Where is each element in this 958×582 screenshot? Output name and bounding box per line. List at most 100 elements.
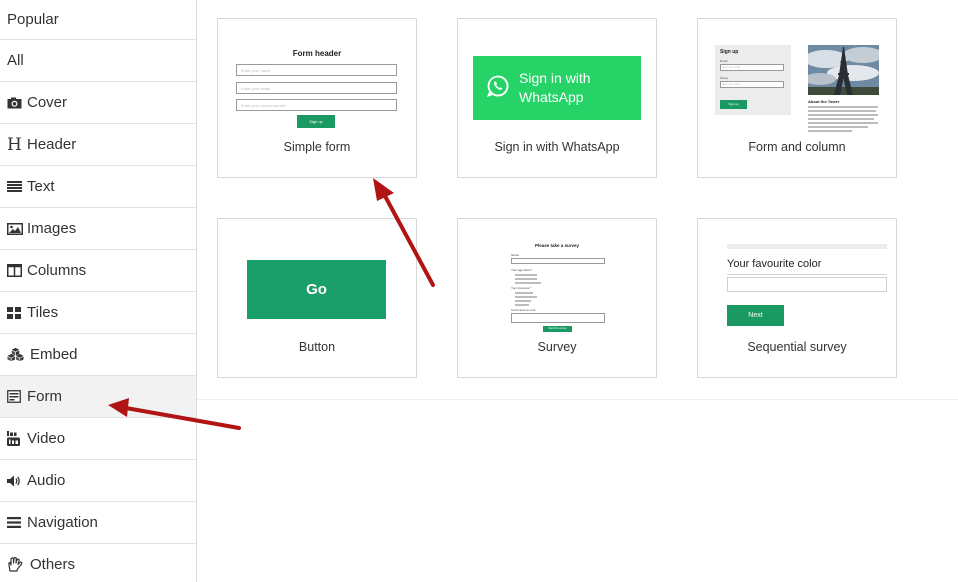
template-thumbnail: Please take a survey Name Your age band …	[458, 219, 656, 337]
thumb-form-header: Form header	[292, 49, 342, 58]
template-caption: Button	[298, 340, 336, 354]
thumb-comments-label: Comments to note	[511, 308, 536, 312]
thumb-text-line	[808, 114, 878, 116]
thumb-go-button: Go	[247, 260, 386, 319]
template-thumbnail: Your favourite color Next	[698, 219, 896, 337]
sidebar-item-label: Tiles	[27, 304, 59, 321]
sidebar-item-columns[interactable]: Columns	[0, 250, 196, 292]
sidebar-item-video[interactable]: Video	[0, 418, 196, 460]
sidebar-item-label: Columns	[27, 262, 87, 279]
thumb-text-line	[808, 106, 878, 108]
thumb-email-field: Enter your email	[720, 64, 784, 71]
thumb-answer-field	[727, 277, 887, 292]
thumb-name-field: Enter your name	[720, 81, 784, 88]
thumb-option	[515, 304, 529, 306]
thumb-option	[515, 278, 537, 280]
sidebar-item-label: Embed	[30, 346, 78, 363]
sidebar-item-all[interactable]: All	[0, 40, 196, 82]
youtube-icon	[7, 431, 24, 446]
sidebar-item-header[interactable]: H Header	[0, 124, 196, 166]
sidebar-item-others[interactable]: Others	[0, 544, 196, 582]
thumb-whatsapp-text: Sign in with WhatsApp	[519, 69, 591, 107]
thumb-comments-area	[511, 313, 605, 323]
thumb-survey-title: Please take a survey	[534, 243, 580, 248]
sidebar-item-label: Text	[27, 178, 55, 195]
template-thumbnail: Form header Enter your name Enter your e…	[218, 19, 416, 137]
camera-icon	[7, 97, 24, 109]
sidebar-item-tiles[interactable]: Tiles	[0, 292, 196, 334]
thumb-name-label: Name	[511, 253, 520, 257]
sidebar-item-images[interactable]: Images	[0, 208, 196, 250]
template-card-whatsapp[interactable]: Sign in with WhatsApp Sign in with Whats…	[457, 18, 657, 178]
template-caption: Simple form	[283, 140, 351, 154]
template-card-simple-form[interactable]: Form header Enter your name Enter your e…	[217, 18, 417, 178]
sidebar-item-label: Video	[27, 430, 66, 447]
sidebar-item-label: Cover	[27, 94, 68, 111]
sidebar-item-label: Audio	[27, 472, 66, 489]
thumb-q2-label: Your interests *	[511, 286, 532, 290]
thumb-name-field: Enter your name	[236, 64, 397, 76]
columns-icon	[7, 264, 24, 277]
sidebar-item-label: Header	[27, 136, 77, 153]
thumb-eiffel-photo	[808, 45, 879, 95]
template-caption: Sign in with WhatsApp	[494, 140, 620, 154]
sidebar-item-popular[interactable]: Popular	[0, 0, 196, 40]
sidebar-item-text[interactable]: Text	[0, 166, 196, 208]
thumb-signup-title: Sign up	[720, 49, 739, 55]
header-icon: H	[7, 134, 22, 155]
tiles-icon	[7, 306, 24, 319]
hand-icon	[7, 557, 24, 572]
template-caption: Form and column	[748, 140, 846, 154]
template-caption: Survey	[537, 340, 577, 354]
thumb-send-button: Send the survey	[543, 326, 572, 332]
sidebar-item-cover[interactable]: Cover	[0, 82, 196, 124]
thumb-text-line	[808, 126, 868, 128]
thumb-signup-form: Sign up Email Enter your email Name Ente…	[715, 45, 791, 115]
sidebar-item-label: Navigation	[27, 514, 98, 531]
thumb-question: Your favourite color	[727, 258, 822, 270]
thumb-email-label: Email	[720, 59, 728, 63]
thumb-text-line	[808, 130, 852, 132]
sidebar-item-label: Form	[27, 388, 62, 405]
template-thumbnail: Go	[218, 219, 416, 337]
sidebar-item-label: All	[7, 52, 24, 69]
sidebar-item-navigation[interactable]: Navigation	[0, 502, 196, 544]
sidebar-item-embed[interactable]: Embed	[0, 334, 196, 376]
thumb-q1-label: Your age band *	[511, 268, 533, 272]
thumb-text-line	[808, 110, 876, 112]
speaker-icon	[7, 475, 24, 487]
thumb-option	[515, 282, 541, 284]
thumb-phone-field: Enter your phone number	[236, 99, 397, 111]
sidebar: Popular All Cover H Header Text Images C…	[0, 0, 197, 582]
template-card-form-and-column[interactable]: Sign up Email Enter your email Name Ente…	[697, 18, 897, 178]
template-card-sequential-survey[interactable]: Your favourite color Next Sequential sur…	[697, 218, 897, 378]
thumb-email-field: Enter your email	[236, 82, 397, 94]
template-card-survey[interactable]: Please take a survey Name Your age band …	[457, 218, 657, 378]
thumb-text-line	[808, 122, 878, 124]
thumb-whatsapp-button: Sign in with WhatsApp	[473, 56, 641, 120]
thumb-signup-button: Sign up	[720, 100, 747, 109]
template-card-button[interactable]: Go Button	[217, 218, 417, 378]
text-lines-icon	[7, 181, 24, 192]
sidebar-item-label: Images	[27, 220, 77, 237]
hamburger-icon	[7, 517, 24, 528]
sidebar-item-audio[interactable]: Audio	[0, 460, 196, 502]
thumb-whatsapp-line2: WhatsApp	[519, 89, 584, 105]
thumb-signup-button: Sign up	[297, 115, 335, 128]
thumb-name-field	[511, 258, 605, 264]
thumb-text-line	[808, 118, 874, 120]
cubes-icon	[7, 347, 24, 362]
thumb-whatsapp-line1: Sign in with	[519, 70, 591, 86]
thumb-option	[515, 274, 537, 276]
thumb-divider	[727, 274, 887, 275]
form-icon	[7, 390, 24, 403]
template-thumbnail: Sign in with WhatsApp	[458, 19, 656, 137]
thumb-name-label: Name	[720, 76, 729, 80]
image-icon	[7, 222, 24, 235]
sidebar-item-form[interactable]: Form	[0, 376, 196, 418]
template-grid: Form header Enter your name Enter your e…	[197, 0, 958, 400]
template-thumbnail: Sign up Email Enter your email Name Ente…	[698, 19, 896, 137]
thumb-option	[515, 292, 533, 294]
thumb-about-heading: About the Tower	[808, 99, 840, 104]
thumb-progress-bar	[727, 244, 887, 249]
